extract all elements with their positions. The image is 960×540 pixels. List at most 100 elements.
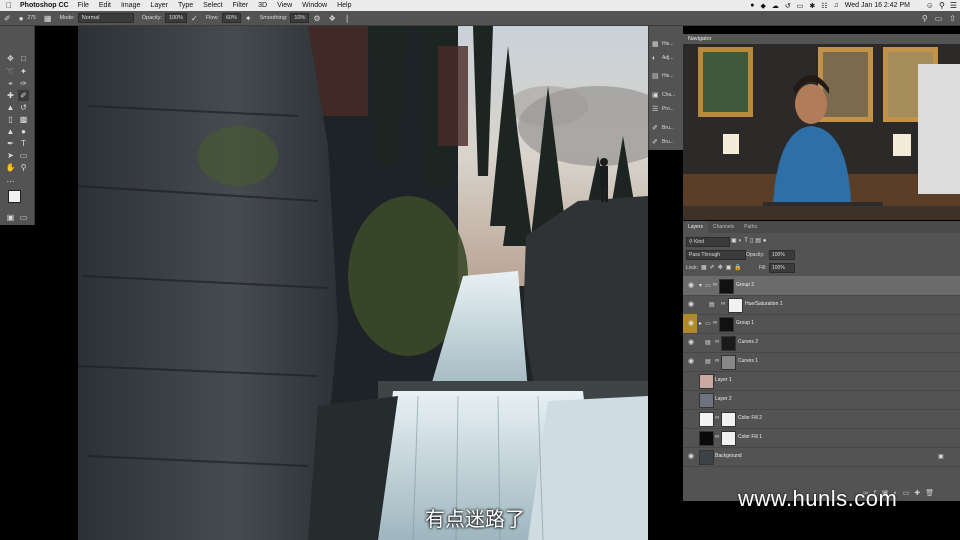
menu-help[interactable]: Help <box>337 2 351 9</box>
layer-mask-thumbnail[interactable] <box>721 336 736 351</box>
menu-type[interactable]: Type <box>178 2 193 9</box>
spotlight-icon[interactable]: ⚲ <box>939 1 945 10</box>
layer-mask-thumbnail[interactable] <box>721 431 736 446</box>
dropbox-icon[interactable]: ◆ <box>760 2 765 10</box>
notification-center-icon[interactable]: ☰ <box>950 1 957 10</box>
creative-cloud-icon[interactable]: ● <box>750 2 754 9</box>
workspace-icon[interactable]: ▭ <box>935 14 943 23</box>
layer-row-group-2[interactable]: ◉ ▾ ▭ ∞ Group 2 <box>683 276 960 296</box>
expand-arrow-icon[interactable]: ▸ <box>699 320 702 327</box>
menu-image[interactable]: Image <box>121 2 140 9</box>
layer-mask-thumbnail[interactable] <box>719 317 734 332</box>
brush-preset-icon[interactable]: ● <box>19 14 24 23</box>
document-canvas[interactable] <box>78 26 648 540</box>
dock-properties[interactable]: ☰ Pro... <box>652 103 682 115</box>
layer-name[interactable]: Curves 2 <box>738 339 758 345</box>
dock-brush-settings[interactable]: ✐ Bru... <box>652 136 682 148</box>
navigator-tab[interactable]: Navigator <box>688 36 712 42</box>
lasso-tool-icon[interactable]: ➰ <box>5 66 16 77</box>
quick-mask-icon[interactable]: ▣ <box>5 212 16 223</box>
blend-mode-select[interactable]: Pass Through <box>686 250 746 260</box>
user-icon[interactable]: ☺ <box>926 1 934 10</box>
layer-filter-icons[interactable]: ▣◐T▯▤● <box>731 237 769 244</box>
layer-mask-thumbnail[interactable] <box>721 412 736 427</box>
flow-input[interactable]: 60% <box>221 13 241 23</box>
layer-row-color-fill-2[interactable]: ∞ Color Fill 2 <box>683 409 960 429</box>
shape-tool-icon[interactable]: ▭ <box>18 150 29 161</box>
time-machine-icon[interactable]: ↺ <box>785 2 791 10</box>
layer-name[interactable]: Color Fill 2 <box>738 415 762 421</box>
layer-opacity-input[interactable]: 100% <box>769 250 795 260</box>
tab-layers[interactable]: Layers <box>683 221 709 233</box>
dock-histogram[interactable]: ▤ His... <box>652 70 682 82</box>
layer-thumbnail[interactable] <box>699 450 714 465</box>
opacity-input[interactable]: 100% <box>164 13 188 23</box>
layer-row-color-fill-1[interactable]: ∞ Color Fill 1 <box>683 428 960 448</box>
visibility-eye-icon[interactable]: ◉ <box>687 319 695 327</box>
menu-view[interactable]: View <box>277 2 292 9</box>
layer-row-background[interactable]: ◉ Background ▣ <box>683 447 960 467</box>
tab-paths[interactable]: Paths <box>739 221 762 233</box>
screen-mode-icon[interactable]: ▭ <box>18 212 29 223</box>
clock-datetime[interactable]: Wed Jan 16 2:42 PM <box>845 2 910 9</box>
healing-brush-icon[interactable]: ✚ <box>5 90 16 101</box>
volume-icon[interactable]: ♫ <box>834 2 839 9</box>
dodge-tool-icon[interactable]: ● <box>18 126 29 137</box>
foreground-color-swatch[interactable] <box>8 190 21 203</box>
layer-row-layer-1[interactable]: Layer 1 <box>683 371 960 391</box>
symmetry-icon[interactable]: ❘ <box>344 14 351 23</box>
menu-select[interactable]: Select <box>203 2 222 9</box>
magic-wand-icon[interactable]: ✦ <box>18 66 29 77</box>
pen-tool-icon[interactable]: ✒ <box>5 138 16 149</box>
hand-tool-icon[interactable]: ✋ <box>5 162 16 173</box>
marquee-tool-icon[interactable]: □ <box>18 53 29 64</box>
visibility-eye-icon[interactable]: ◉ <box>687 300 695 308</box>
visibility-eye-icon[interactable]: ◉ <box>687 452 695 460</box>
layer-thumbnail[interactable] <box>699 393 714 408</box>
apple-menu-icon[interactable]:  <box>4 1 14 10</box>
layer-mask-thumbnail[interactable] <box>728 298 743 313</box>
gradient-tool-icon[interactable]: ▩ <box>18 114 29 125</box>
brush-tool-icon[interactable]: ✐ <box>18 90 29 101</box>
layer-name[interactable]: Layer 1 <box>715 377 732 383</box>
smoothing-settings-icon[interactable]: ⚙ <box>313 14 320 23</box>
blur-tool-icon[interactable]: ▲ <box>5 126 16 137</box>
layer-name[interactable]: Background <box>715 453 742 459</box>
cloud-icon[interactable]: ☁ <box>772 2 779 10</box>
layer-name[interactable]: Hue/Saturation 1 <box>745 301 783 307</box>
path-selection-icon[interactable]: ➤ <box>5 150 16 161</box>
tab-channels[interactable]: Channels <box>708 221 739 233</box>
layer-name[interactable]: Color Fill 1 <box>738 434 762 440</box>
edit-toolbar-icon[interactable]: ⋯ <box>5 176 16 187</box>
clone-stamp-icon[interactable]: ▲ <box>5 102 16 113</box>
pressure-opacity-icon[interactable]: ✓ <box>191 14 198 23</box>
crop-tool-icon[interactable]: ⌖ <box>5 78 16 89</box>
menu-layer[interactable]: Layer <box>150 2 168 9</box>
layer-name[interactable]: Curves 1 <box>738 358 758 364</box>
visibility-eye-icon[interactable]: ◉ <box>687 357 695 365</box>
layer-thumbnail[interactable] <box>699 431 714 446</box>
layer-filter-kind[interactable]: ⚲ Kind <box>686 237 730 247</box>
dock-adjustments[interactable]: ◐ Adj... <box>652 52 682 64</box>
layer-row-curves-1[interactable]: ◉ ▤ ∞ Curves 1 <box>683 352 960 372</box>
search-icon[interactable]: ⚲ <box>922 14 928 23</box>
mode-select[interactable]: Normal <box>77 13 134 23</box>
layer-mask-thumbnail[interactable] <box>719 279 734 294</box>
zoom-tool-icon[interactable]: ⚲ <box>18 162 29 173</box>
type-tool-icon[interactable]: T <box>18 138 29 149</box>
menu-window[interactable]: Window <box>302 2 327 9</box>
layer-mask-thumbnail[interactable] <box>721 355 736 370</box>
brush-settings-icon[interactable]: ▦ <box>44 14 52 23</box>
dock-history[interactable]: ▦ His... <box>652 38 682 50</box>
layer-row-layer-2[interactable]: Layer 2 <box>683 390 960 410</box>
visibility-eye-icon[interactable]: ◉ <box>687 281 695 289</box>
wifi-icon[interactable]: ☷ <box>821 2 827 10</box>
pressure-size-icon[interactable]: ❖ <box>329 14 336 23</box>
layer-name[interactable]: Group 2 <box>736 282 754 288</box>
eyedropper-icon[interactable]: ✑ <box>18 78 29 89</box>
move-tool-icon[interactable]: ✥ <box>5 53 16 64</box>
dock-brushes[interactable]: ✐ Bru... <box>652 122 682 134</box>
brush-tool-icon[interactable]: ✐ <box>4 14 11 23</box>
fill-input[interactable]: 100% <box>769 263 795 273</box>
bluetooth-icon[interactable]: ✱ <box>809 2 815 10</box>
